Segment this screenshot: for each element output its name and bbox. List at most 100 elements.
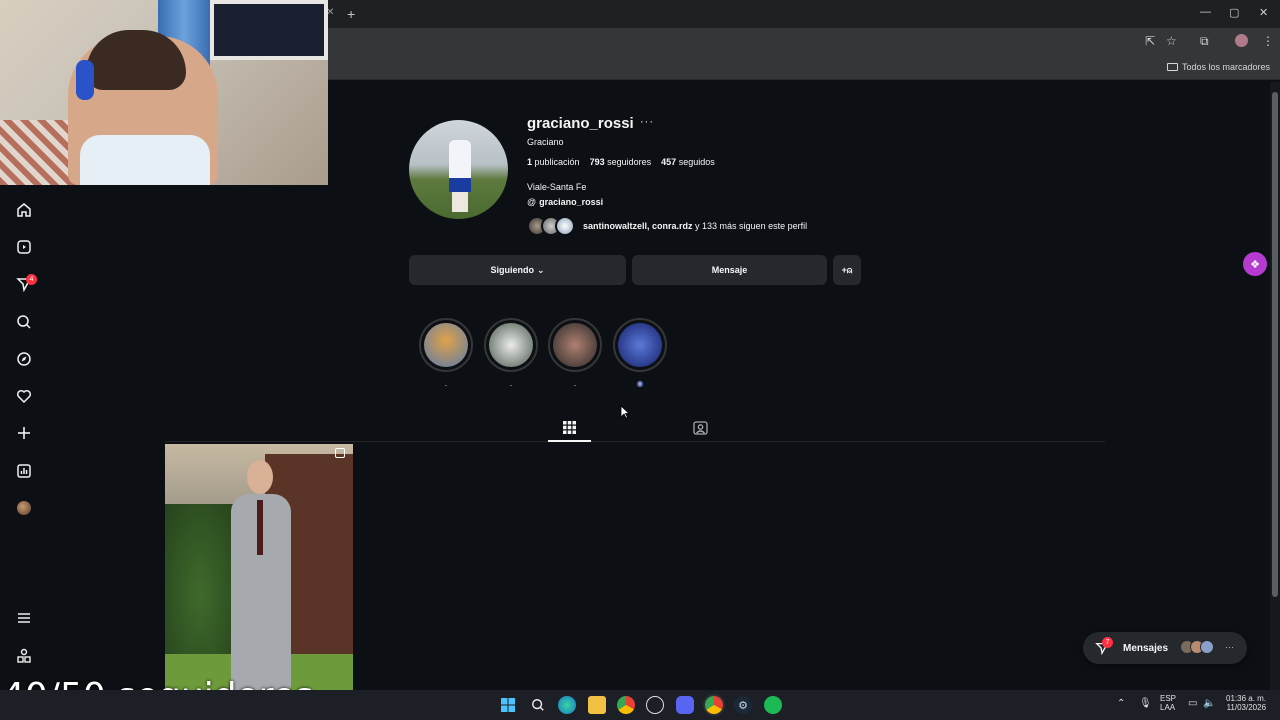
profile-nav-item[interactable] <box>14 498 34 518</box>
windows-taskbar <box>0 690 1280 720</box>
webcam-overlay <box>0 0 328 185</box>
conversation-avatar <box>1200 640 1214 654</box>
explore-icon[interactable] <box>14 349 34 369</box>
post-plant <box>165 504 235 654</box>
chrome-icon[interactable] <box>617 696 635 714</box>
followed-by[interactable]: santinowaltzell, conra.rdz y 133 más sig… <box>527 216 807 236</box>
post-person-head <box>247 460 273 494</box>
more-menu-icon[interactable] <box>14 608 34 628</box>
profile-picture[interactable] <box>409 120 508 219</box>
more-conversations-icon: ··· <box>1225 642 1234 652</box>
following-label: Siguiendo <box>490 265 534 275</box>
highlight-label: . <box>573 379 577 388</box>
tab-posts[interactable] <box>548 414 591 441</box>
followers-count[interactable]: 793 seguidores <box>590 157 652 167</box>
all-bookmarks-button[interactable]: Todos los marcadores <box>1166 62 1270 72</box>
close-window-button[interactable]: ✕ <box>1259 6 1268 19</box>
profile-avatar-icon <box>17 501 31 515</box>
highlight-cover <box>618 323 662 367</box>
profile-full-name: Graciano <box>527 137 564 147</box>
webcam-headset <box>76 60 94 100</box>
suggested-users-button[interactable]: +⍝ <box>833 255 861 285</box>
all-bookmarks-label: Todos los marcadores <box>1181 62 1270 72</box>
clock[interactable]: 01:36 a. m. 11/03/2026 <box>1226 694 1266 712</box>
story-highlight[interactable] <box>419 318 473 372</box>
messages-label: Mensajes <box>1123 642 1169 654</box>
screen: ✕ + — ▢ ✕ ⇱ ☆ ⧉ ⋮ Todos los marcadores 4 <box>0 0 1280 720</box>
posts-count: 1 publicación <box>527 157 580 167</box>
followed-by-avatars <box>527 216 575 236</box>
threads-handle: graciano_rossi <box>539 197 604 207</box>
language-indicator[interactable]: ESP LAA <box>1160 694 1176 712</box>
home-icon[interactable] <box>14 200 34 220</box>
reels-icon[interactable] <box>14 237 34 257</box>
chrome-active-icon[interactable] <box>705 696 723 714</box>
profile-stats: 1 publicación 793 seguidores 457 seguido… <box>527 157 715 167</box>
install-app-icon[interactable]: ⇱ <box>1145 34 1155 48</box>
file-explorer-icon[interactable] <box>588 696 606 714</box>
grid-icon <box>563 421 576 434</box>
extensions-icon[interactable]: ⧉ <box>1200 34 1209 49</box>
post-person-tie <box>257 500 263 555</box>
minimize-button[interactable]: — <box>1200 6 1211 18</box>
highlight-cover <box>553 323 597 367</box>
profile-picture-shorts <box>449 178 471 192</box>
browser-menu-icon[interactable]: ⋮ <box>1262 34 1274 48</box>
maximize-button[interactable]: ▢ <box>1229 6 1239 19</box>
notifications-heart-icon[interactable] <box>14 386 34 406</box>
tabs-divider <box>165 441 1105 442</box>
following-button[interactable]: Siguiendo ⌄ <box>409 255 626 285</box>
highlight-cover <box>489 323 533 367</box>
tray-overflow-icon[interactable]: ⌃ <box>1117 698 1125 709</box>
person-plus-icon: +⍝ <box>841 264 853 275</box>
bookmark-star-icon[interactable]: ☆ <box>1166 34 1177 48</box>
browser-profile-avatar[interactable] <box>1235 34 1248 47</box>
story-highlight[interactable] <box>613 318 667 372</box>
start-menu-icon[interactable] <box>499 696 517 714</box>
profile-location: Viale-Santa Fe <box>527 182 587 192</box>
highlight-label: ◉ <box>636 379 644 388</box>
messages-avatars <box>1180 640 1214 654</box>
message-button[interactable]: Mensaje <box>632 255 827 285</box>
following-count[interactable]: 457 seguidos <box>661 157 715 167</box>
meta-apps-icon[interactable] <box>14 646 34 666</box>
app-icon[interactable] <box>646 696 664 714</box>
profile-options-icon[interactable]: ··· <box>640 116 654 128</box>
chevron-down-icon: ⌄ <box>536 264 545 275</box>
profile-picture-legs <box>452 192 468 212</box>
new-tab-button[interactable]: + <box>347 6 355 22</box>
threads-icon: @ <box>527 197 537 207</box>
highlight-label: . <box>444 379 448 388</box>
extension-fab-icon[interactable]: ❖ <box>1243 252 1267 276</box>
microphone-icon[interactable]: 🎙 <box>1139 698 1152 709</box>
create-plus-icon[interactable] <box>14 423 34 443</box>
tagged-icon <box>692 420 708 435</box>
mouse-cursor-icon <box>620 405 630 419</box>
volume-icon[interactable]: 🔈 <box>1203 698 1215 709</box>
webcam-window <box>210 0 328 60</box>
search-icon[interactable] <box>14 312 34 332</box>
profile-username: graciano_rossi <box>527 115 634 132</box>
tab-tagged[interactable] <box>688 416 712 438</box>
network-icon[interactable]: ▭ <box>1188 698 1197 709</box>
story-highlight[interactable] <box>548 318 602 372</box>
story-highlight[interactable] <box>484 318 538 372</box>
threads-link[interactable]: @ graciano_rossi <box>527 197 603 207</box>
webcam-shirt <box>80 135 210 185</box>
steam-icon[interactable]: ⚙ <box>734 696 752 714</box>
folder-icon <box>1166 63 1178 71</box>
discord-icon[interactable] <box>676 696 694 714</box>
edge-icon[interactable] <box>558 696 576 714</box>
taskbar-search-icon[interactable] <box>529 696 547 714</box>
follower-avatar <box>555 216 575 236</box>
active-tab-indicator <box>548 440 591 442</box>
messages-badge: 7 <box>1102 637 1113 648</box>
highlight-cover <box>424 323 468 367</box>
profile-picture-player <box>449 140 471 180</box>
message-label: Mensaje <box>711 265 748 275</box>
scrollbar-thumb[interactable] <box>1272 92 1278 597</box>
dashboard-icon[interactable] <box>14 461 34 481</box>
spotify-icon[interactable] <box>764 696 782 714</box>
messages-notification-badge: 4 <box>26 274 37 285</box>
post-thumbnail[interactable] <box>165 444 353 690</box>
